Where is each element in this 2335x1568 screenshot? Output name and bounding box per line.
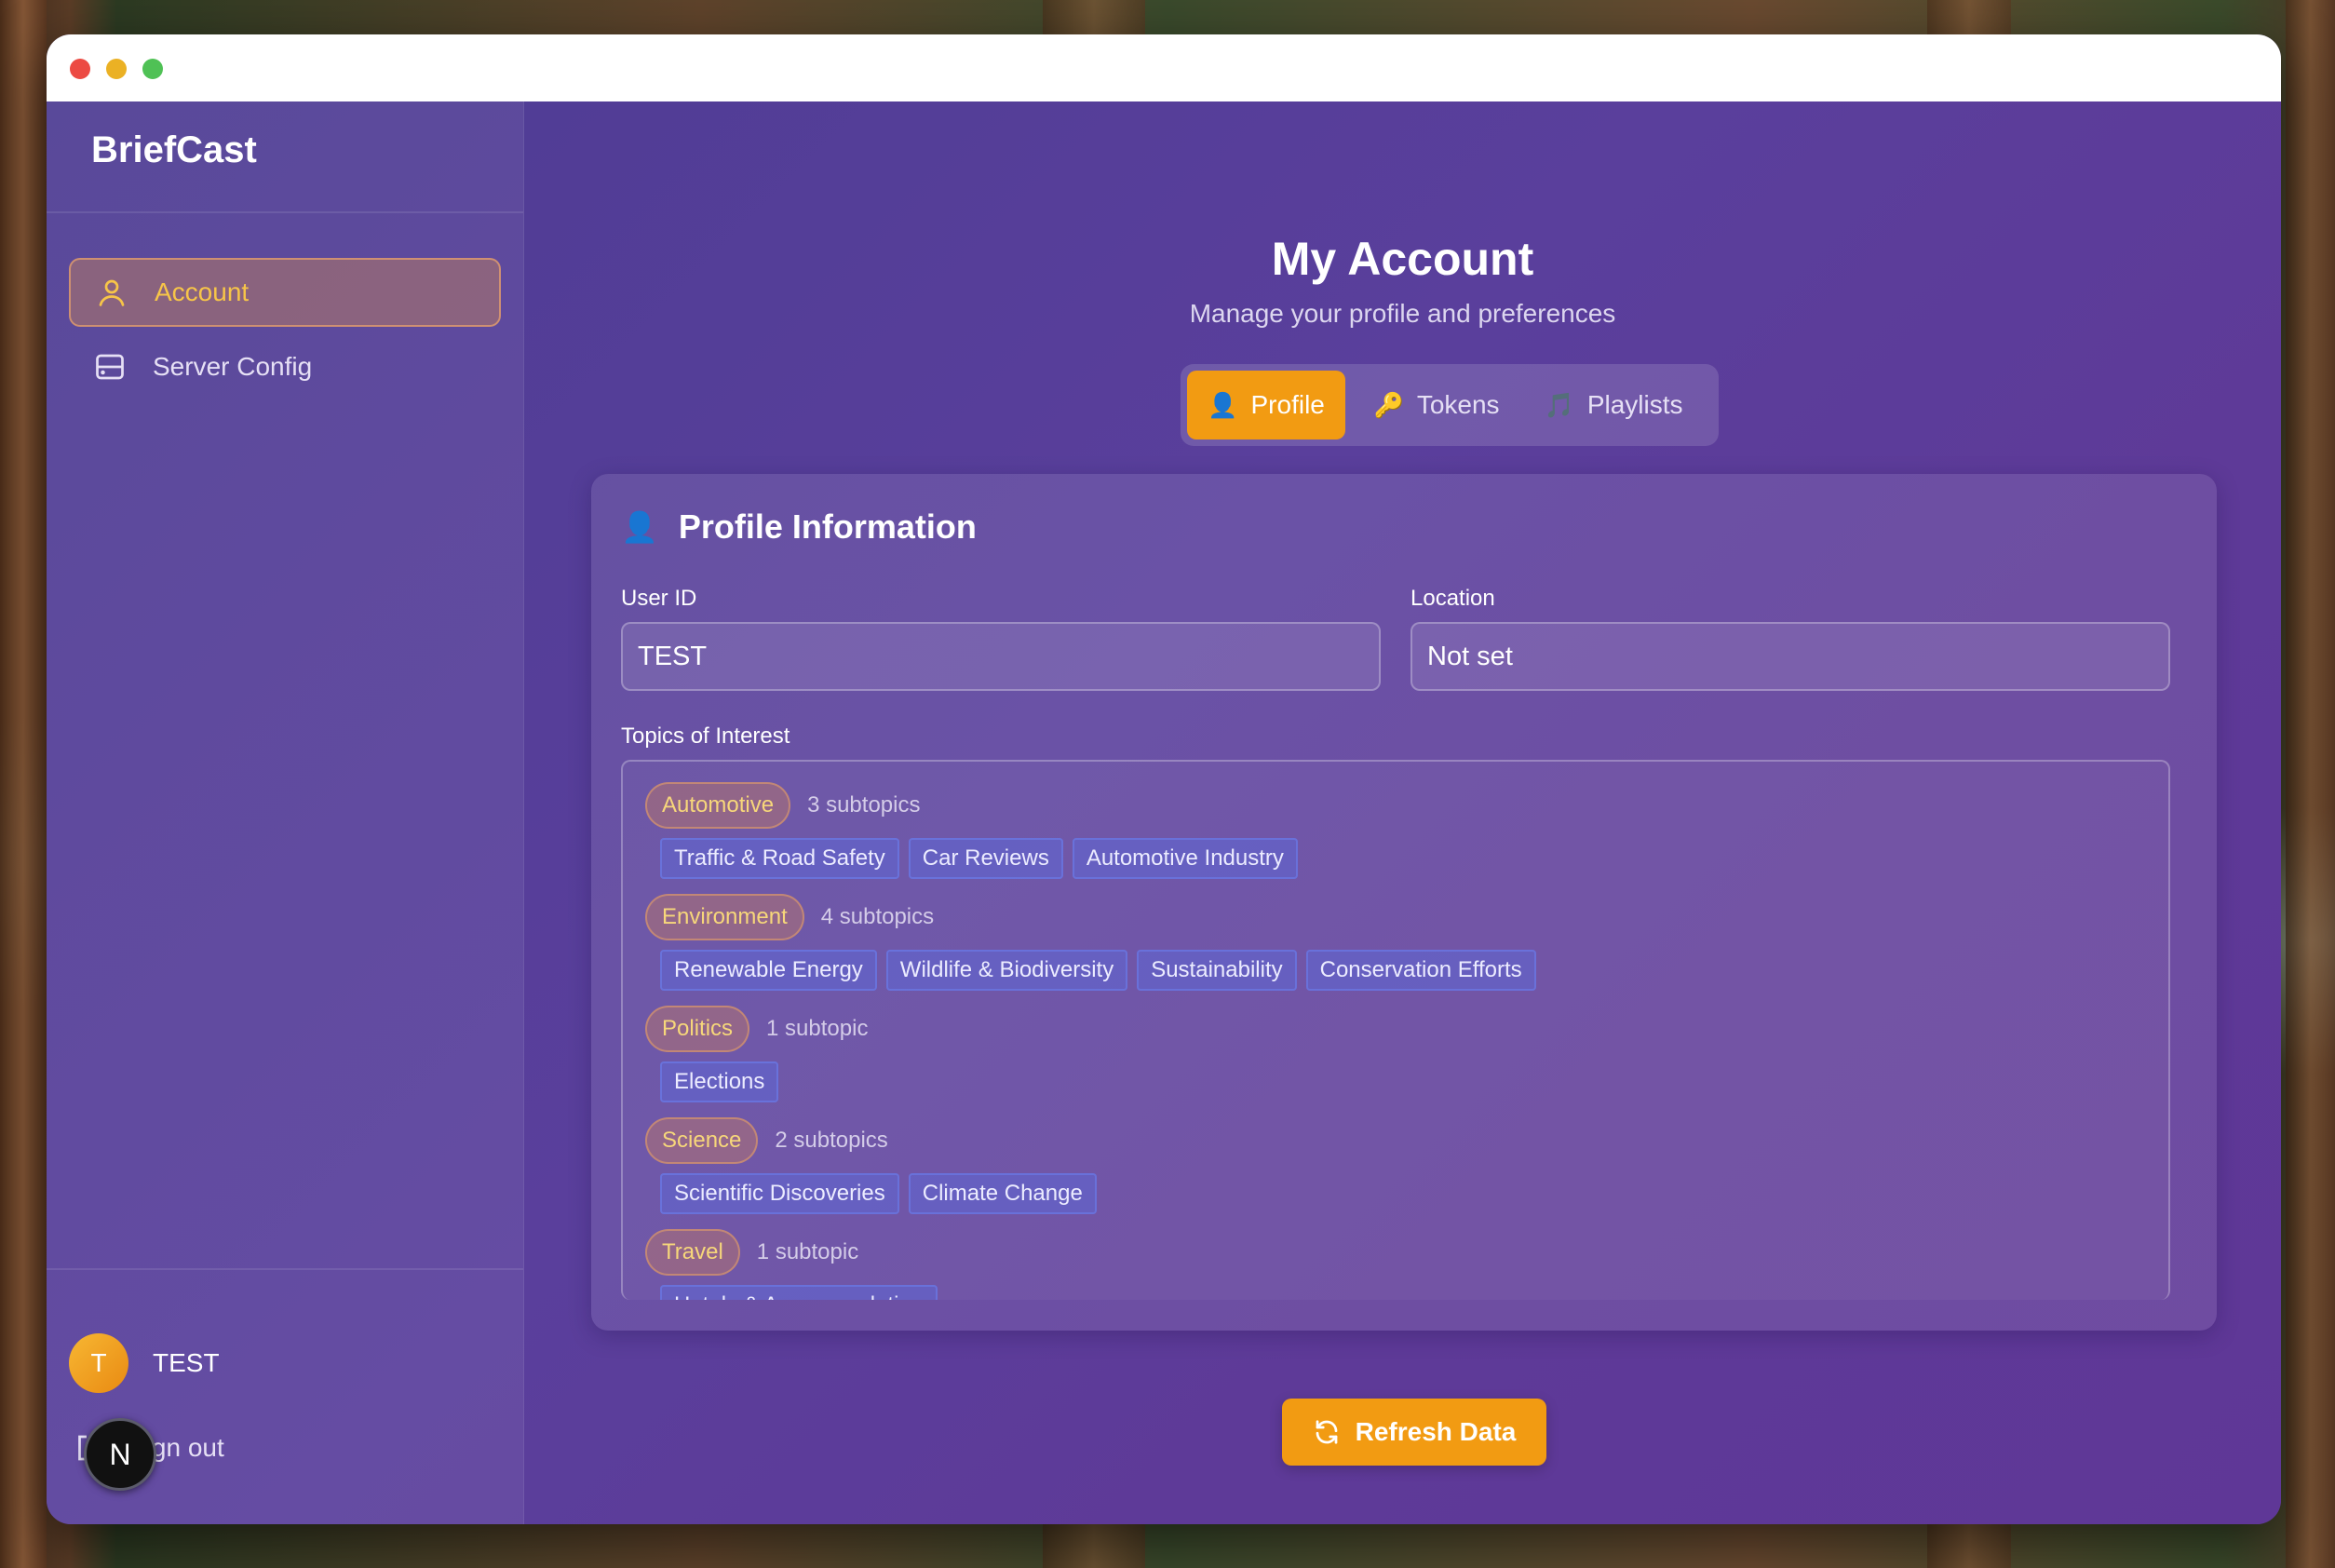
user-id-label: User ID [621, 586, 697, 611]
minimize-window-button[interactable] [106, 59, 127, 79]
subtopic-count: 3 subtopics [807, 792, 921, 818]
profile-icon: 👤 [621, 510, 658, 544]
topics-list[interactable]: Automotive 3 subtopics Traffic & Road Sa… [621, 760, 2170, 1300]
topic-category: Environment 4 subtopics [645, 894, 934, 940]
subtopic-count: 1 subtopic [766, 1016, 869, 1041]
key-icon: 🔑 [1373, 390, 1404, 419]
refresh-data-button[interactable]: Refresh Data [1282, 1399, 1546, 1466]
section-title: Profile Information [678, 507, 977, 546]
sidebar-footer-divider [47, 1268, 523, 1270]
subtopic-list: Traffic & Road Safety Car Reviews Automo… [660, 838, 1307, 879]
refresh-icon [1316, 1420, 1337, 1444]
main-content: My Account Manage your profile and prefe… [524, 101, 2281, 1524]
maximize-window-button[interactable] [142, 59, 163, 79]
subtopic-chip[interactable]: Traffic & Road Safety [660, 838, 899, 879]
topic-category: Automotive 3 subtopics [645, 782, 920, 829]
sidebar-item-label: Server Config [153, 352, 313, 381]
subtopic-chip[interactable]: Car Reviews [908, 838, 1063, 879]
category-badge[interactable]: Politics [645, 1006, 750, 1052]
app-logo-text: BriefCast [91, 129, 257, 170]
category-badge[interactable]: Travel [645, 1229, 740, 1276]
tab-tokens[interactable]: 🔑 Tokens [1367, 371, 1506, 439]
subtopic-list: Elections [660, 1061, 788, 1102]
location-field[interactable] [1410, 622, 2170, 691]
subtopic-count: 1 subtopic [756, 1239, 859, 1264]
subtopic-chip[interactable]: Climate Change [908, 1173, 1097, 1214]
tab-label: Profile [1250, 390, 1325, 419]
subtopic-chip[interactable]: Hotels & Accommodation [660, 1285, 938, 1300]
subtopic-count: 2 subtopics [775, 1128, 888, 1153]
subtopic-chip[interactable]: Wildlife & Biodiversity [885, 950, 1128, 991]
profile-icon: 👤 [1208, 390, 1238, 419]
subtopic-chip[interactable]: Scientific Discoveries [660, 1173, 899, 1214]
sidebar-item-label: Account [155, 277, 250, 306]
sidebar-item-account[interactable]: Account [69, 258, 501, 327]
topic-category: Politics 1 subtopic [645, 1006, 868, 1052]
topic-category: Travel 1 subtopic [645, 1229, 858, 1276]
server-icon [96, 354, 124, 380]
subtopic-list: Hotels & Accommodation [660, 1285, 947, 1300]
dev-tools-badge[interactable]: N [84, 1418, 156, 1491]
topic-category: Science 2 subtopics [645, 1117, 888, 1164]
avatar: T [69, 1333, 128, 1393]
subtopic-chip[interactable]: Elections [660, 1061, 779, 1102]
category-badge[interactable]: Environment [645, 894, 804, 940]
user-id-field[interactable] [621, 622, 1381, 691]
sidebar: BriefCast Account Server Config T TEST S… [47, 101, 524, 1524]
subtopic-chip[interactable]: Automotive Industry [1072, 838, 1298, 879]
title-bar [47, 34, 2281, 101]
section-header: 👤 Profile Information [621, 507, 977, 547]
sidebar-item-server-config[interactable]: Server Config [69, 332, 501, 401]
subtopic-list: Scientific Discoveries Climate Change [660, 1173, 1106, 1214]
location-label: Location [1410, 586, 1495, 611]
topics-label: Topics of Interest [621, 723, 790, 749]
tab-playlists[interactable]: 🎵 Playlists [1525, 371, 1702, 439]
page-title: My Account [1271, 233, 1534, 285]
user-profile: T TEST [69, 1333, 220, 1393]
tab-profile[interactable]: 👤 Profile [1187, 371, 1345, 439]
category-badge[interactable]: Automotive [645, 782, 791, 829]
subtopic-chip[interactable]: Renewable Energy [660, 950, 877, 991]
account-tabs: 👤 Profile 🔑 Tokens 🎵 Playlists [1181, 364, 1719, 446]
tab-label: Tokens [1416, 390, 1500, 419]
category-badge[interactable]: Science [645, 1117, 759, 1164]
app-window: BriefCast Account Server Config T TEST S… [47, 34, 2281, 1524]
close-window-button[interactable] [70, 59, 90, 79]
user-icon [99, 279, 125, 306]
profile-card: 👤 Profile Information User ID Location T… [591, 474, 2217, 1331]
subtopic-list: Renewable Energy Wildlife & Biodiversity… [660, 950, 1545, 991]
refresh-label: Refresh Data [1355, 1417, 1517, 1446]
user-name: TEST [153, 1348, 220, 1377]
music-note-icon: 🎵 [1544, 390, 1574, 419]
tab-label: Playlists [1586, 390, 1683, 419]
subtopic-chip[interactable]: Sustainability [1137, 950, 1297, 991]
subtopic-count: 4 subtopics [820, 904, 935, 929]
subtopic-chip[interactable]: Conservation Efforts [1305, 950, 1536, 991]
app-body: BriefCast Account Server Config T TEST S… [47, 101, 2281, 1524]
page-subtitle: Manage your profile and preferences [1189, 299, 1616, 328]
brand-header: BriefCast [47, 101, 523, 213]
